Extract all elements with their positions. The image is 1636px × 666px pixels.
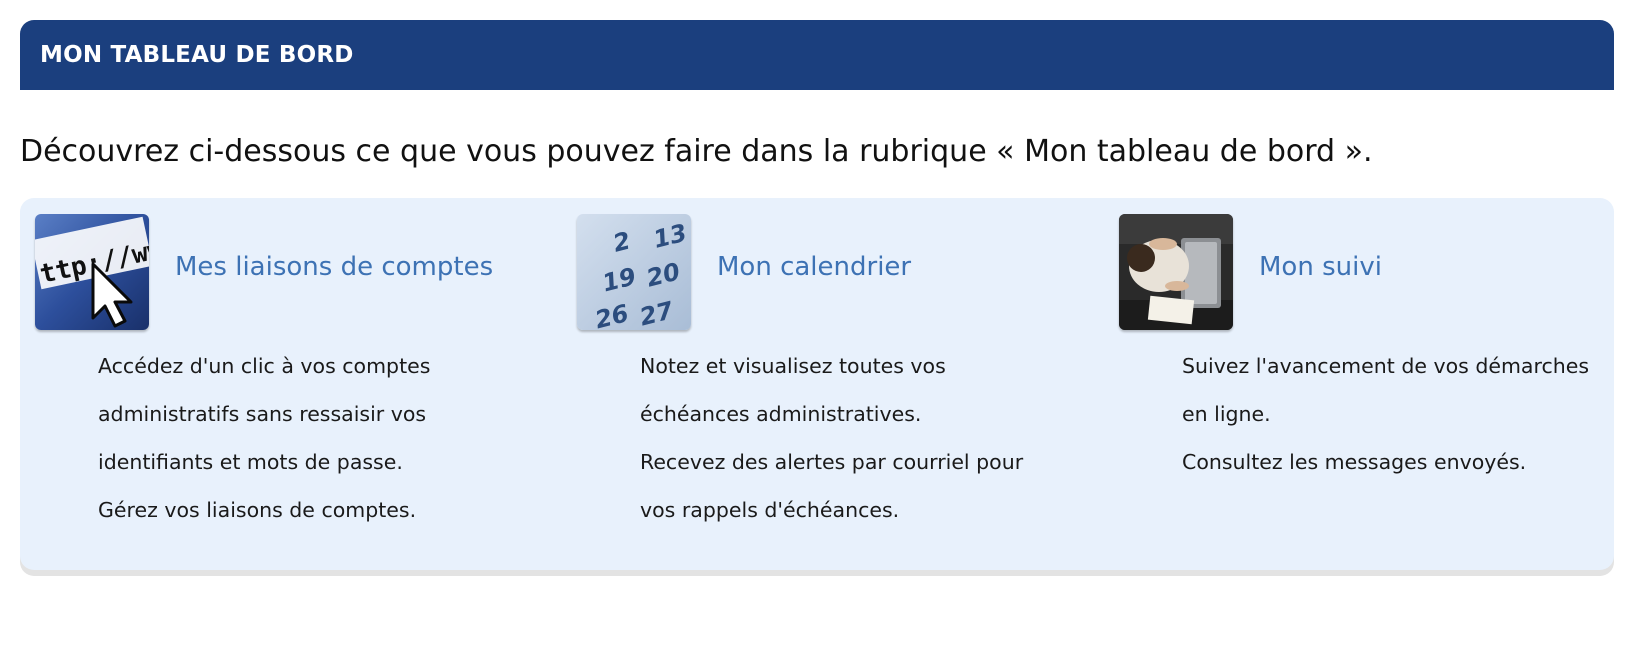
features-panel: ttp://ww Mes liaisons de comptes Accédez…	[20, 198, 1614, 570]
description-line: identifiants et mots de passe.	[98, 450, 403, 474]
account-links-link[interactable]: Mes liaisons de comptes	[175, 252, 493, 282]
feature-card-account-links: ttp://ww Mes liaisons de comptes Accédez…	[35, 214, 555, 554]
tracking-description: Suivez l'avancement de vos démarches en …	[1182, 342, 1636, 486]
description-line: en ligne.	[1182, 402, 1271, 426]
description-line: Suivez l'avancement de vos démarches	[1182, 354, 1590, 378]
section-title: MON TABLEAU DE BORD	[40, 42, 354, 68]
description-line: échéances administratives.	[640, 402, 922, 426]
feature-card-tracking: Mon suivi Suivez l'avancement de vos dém…	[1119, 214, 1636, 554]
description-line: Gérez vos liaisons de comptes.	[98, 498, 417, 522]
intro-text: Découvrez ci-dessous ce que vous pouvez …	[20, 134, 1373, 169]
person-at-laptop-icon[interactable]	[1119, 214, 1233, 330]
browser-url-cursor-icon[interactable]: ttp://ww	[35, 214, 149, 330]
tracking-link[interactable]: Mon suivi	[1259, 252, 1382, 282]
description-line: vos rappels d'échéances.	[640, 498, 900, 522]
description-line: Accédez d'un clic à vos comptes	[98, 354, 431, 378]
description-line: Recevez des alertes par courriel pour	[640, 450, 1024, 474]
feature-card-calendar: 2 13 19 20 26 27 Mon calendrier Notez et…	[577, 214, 1097, 554]
description-line: administratifs sans ressaisir vos	[98, 402, 427, 426]
calendar-icon[interactable]: 2 13 19 20 26 27	[577, 214, 691, 330]
description-line: Notez et visualisez toutes vos	[640, 354, 946, 378]
calendar-description: Notez et visualisez toutes vos échéances…	[640, 342, 1100, 534]
calendar-link[interactable]: Mon calendrier	[717, 252, 911, 282]
description-line: Consultez les messages envoyés.	[1182, 450, 1527, 474]
account-links-description: Accédez d'un clic à vos comptes administ…	[98, 342, 558, 534]
section-header: MON TABLEAU DE BORD	[20, 20, 1614, 90]
page: MON TABLEAU DE BORD Découvrez ci-dessous…	[0, 0, 1636, 666]
